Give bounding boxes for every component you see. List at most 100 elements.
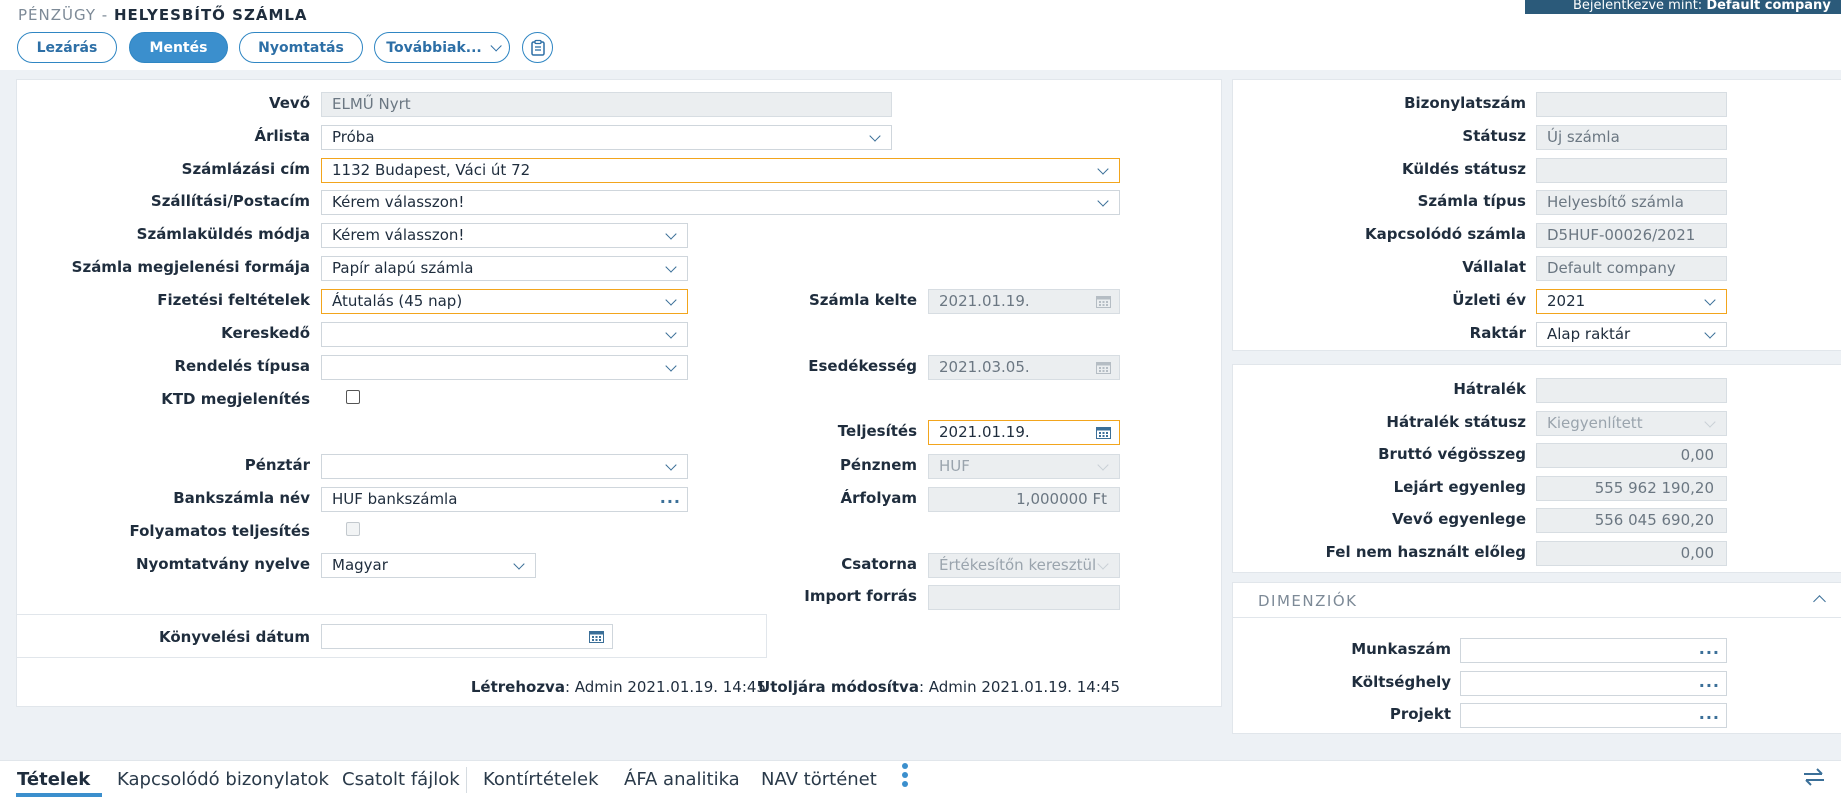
- created-label: Létrehozva: [470, 678, 565, 696]
- kebab-menu-icon[interactable]: [900, 763, 910, 791]
- print-button-label: Nyomtatás: [258, 39, 344, 56]
- cash-register-label: Pénztár: [244, 456, 310, 474]
- due-date-field[interactable]: 2021.03.05.: [928, 355, 1120, 380]
- active-tab-indicator: [16, 793, 102, 797]
- order-type-label: Rendelés típusa: [174, 357, 310, 375]
- pricelist-select[interactable]: Próba: [321, 125, 892, 150]
- close-button[interactable]: Lezárás: [17, 32, 117, 63]
- fulfillment-field[interactable]: 2021.01.19.: [928, 420, 1120, 445]
- channel-select[interactable]: Értékesítőn keresztül: [928, 553, 1120, 578]
- send-mode-value: Kérem válasszon!: [332, 226, 465, 244]
- send-mode-select[interactable]: Kérem válasszon!: [321, 223, 688, 248]
- ktd-display-label: KTD megjelenítés: [161, 390, 310, 408]
- customer-balance-field[interactable]: 556 045 690,20: [1536, 508, 1727, 533]
- customer-field[interactable]: ELMŰ Nyrt: [321, 92, 892, 117]
- cost-center-label: Költséghely: [1351, 673, 1451, 691]
- page-title: HELYESBÍTŐ SZÁMLA: [114, 6, 308, 24]
- tab-bar: Tételek Kapcsolódó bizonylatok Csatolt f…: [0, 760, 1841, 806]
- unused-advance-field[interactable]: 0,00: [1536, 541, 1727, 566]
- ellipsis-icon[interactable]: ...: [660, 488, 681, 509]
- unused-advance-label: Fel nem használt előleg: [1325, 543, 1526, 561]
- doc-number-field[interactable]: [1536, 92, 1727, 117]
- ktd-display-checkbox[interactable]: [346, 390, 360, 404]
- pricelist-label: Árlista: [254, 127, 310, 145]
- cash-register-select[interactable]: [321, 454, 688, 479]
- chevron-down-icon: [490, 39, 502, 52]
- channel-value: Értékesítőn keresztül: [939, 556, 1097, 574]
- order-type-select[interactable]: [321, 355, 688, 380]
- shipping-address-value: Kérem válasszon!: [332, 193, 465, 211]
- invoice-date-field[interactable]: 2021.01.19.: [928, 289, 1120, 314]
- tab-nav-history[interactable]: NAV történet: [761, 769, 877, 790]
- shipping-address-label: Szállítási/Postacím: [150, 192, 310, 210]
- fulfillment-label: Teljesítés: [837, 422, 917, 440]
- clipboard-button[interactable]: [522, 32, 553, 63]
- chevron-up-icon[interactable]: [1813, 595, 1826, 608]
- related-invoice-field[interactable]: D5HUF-00026/2021: [1536, 223, 1727, 248]
- doc-number-label: Bizonylatszám: [1404, 94, 1526, 112]
- tab-divider: [466, 767, 467, 793]
- tab-vat-analytics[interactable]: ÁFA analitika: [624, 769, 740, 790]
- due-date-value: 2021.03.05.: [939, 358, 1030, 376]
- fiscal-year-label: Üzleti év: [1452, 291, 1526, 309]
- tab-items[interactable]: Tételek: [17, 769, 90, 790]
- arrears-status-select[interactable]: Kiegyenlített: [1536, 411, 1727, 436]
- overdue-balance-label: Lejárt egyenleg: [1393, 478, 1526, 496]
- exchange-rate-field[interactable]: 1,000000 Ft: [928, 487, 1120, 512]
- bank-account-field[interactable]: HUF bankszámla...: [321, 487, 688, 512]
- currency-select[interactable]: HUF: [928, 454, 1120, 479]
- project-label: Projekt: [1389, 705, 1451, 723]
- top-bar: PÉNZÜGY - HELYESBÍTŐ SZÁMLA Bejelentkezv…: [0, 0, 1841, 70]
- send-status-field[interactable]: [1536, 158, 1727, 183]
- channel-label: Csatorna: [841, 555, 917, 573]
- fiscal-year-select[interactable]: 2021: [1536, 289, 1727, 314]
- more-button[interactable]: Továbbiak...: [374, 32, 510, 63]
- project-field[interactable]: ...: [1460, 703, 1727, 728]
- fiscal-year-value: 2021: [1547, 292, 1586, 310]
- ellipsis-icon[interactable]: ...: [1699, 704, 1720, 725]
- calendar-icon[interactable]: [589, 630, 604, 643]
- gross-total-field[interactable]: 0,00: [1536, 443, 1727, 468]
- payment-terms-select[interactable]: Átutalás (45 nap): [321, 289, 688, 314]
- overdue-balance-field[interactable]: 555 962 190,20: [1536, 476, 1727, 501]
- ellipsis-icon[interactable]: ...: [1699, 639, 1720, 660]
- swap-arrows-icon[interactable]: [1802, 767, 1826, 787]
- tab-account-entries[interactable]: Kontírtételek: [483, 769, 599, 790]
- tab-related-documents[interactable]: Kapcsolódó bizonylatok: [117, 769, 329, 790]
- warehouse-select[interactable]: Alap raktár: [1536, 322, 1727, 347]
- save-button[interactable]: Mentés: [129, 32, 228, 63]
- more-button-label: Továbbiak...: [386, 39, 482, 56]
- merchant-select[interactable]: [321, 322, 688, 347]
- job-number-label: Munkaszám: [1351, 640, 1451, 658]
- created-info: Létrehozva: Admin 2021.01.19. 14:45: [471, 678, 766, 696]
- continuous-checkbox[interactable]: [346, 522, 360, 536]
- continuous-label: Folyamatos teljesítés: [129, 522, 310, 540]
- calendar-icon[interactable]: [1096, 426, 1111, 439]
- invoice-type-field[interactable]: Helyesbítő számla: [1536, 190, 1727, 215]
- breadcrumb-module[interactable]: PÉNZÜGY -: [18, 6, 114, 24]
- import-source-field[interactable]: [928, 585, 1120, 610]
- related-invoice-label: Kapcsolódó számla: [1365, 225, 1526, 243]
- billing-address-label: Számlázási cím: [181, 160, 310, 178]
- invoice-format-value: Papír alapú számla: [332, 259, 474, 277]
- calendar-icon: [1096, 362, 1111, 374]
- status-field[interactable]: Új számla: [1536, 125, 1727, 150]
- posting-date-field[interactable]: [321, 624, 613, 649]
- print-button[interactable]: Nyomtatás: [239, 32, 363, 63]
- modified-label: Utoljára módosítva: [758, 678, 919, 696]
- login-label: Bejelentkezve mint:: [1573, 0, 1707, 13]
- cost-center-field[interactable]: ...: [1460, 671, 1727, 696]
- print-language-value: Magyar: [332, 556, 388, 574]
- ellipsis-icon[interactable]: ...: [1699, 672, 1720, 693]
- dimensions-header[interactable]: DIMENZIÓK: [1232, 582, 1841, 618]
- company-field[interactable]: Default company: [1536, 256, 1727, 281]
- tab-attached-files[interactable]: Csatolt fájlok: [342, 769, 460, 790]
- billing-address-select[interactable]: 1132 Budapest, Váci út 72: [321, 158, 1120, 183]
- invoice-format-select[interactable]: Papír alapú számla: [321, 256, 688, 281]
- shipping-address-select[interactable]: Kérem válasszon!: [321, 190, 1120, 215]
- arrears-field[interactable]: [1536, 378, 1727, 403]
- job-number-field[interactable]: ...: [1460, 638, 1727, 663]
- print-language-select[interactable]: Magyar: [321, 553, 536, 578]
- modified-value: : Admin 2021.01.19. 14:45: [918, 678, 1120, 696]
- company-label: Vállalat: [1462, 258, 1526, 276]
